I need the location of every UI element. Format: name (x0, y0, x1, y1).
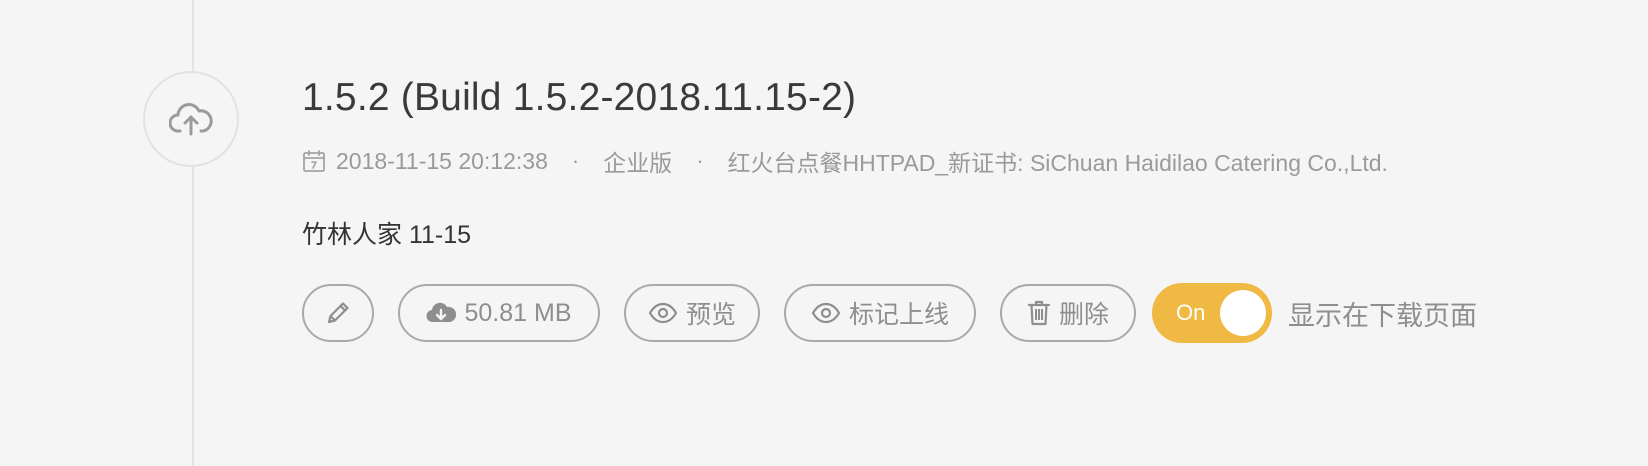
preview-label: 预览 (685, 301, 736, 329)
mark-online-label: 标记上线 (848, 301, 949, 329)
release-certificate: 红火台点餐HHTPAD_新证书: SiChuan Haidilao Cateri… (727, 150, 1388, 176)
release-date: 2018-11-15 20:12:38 (336, 147, 548, 174)
release-meta: 2018-11-15 20:12:38 · 企业版 · 红火台点餐HHTPAD_… (302, 144, 1388, 178)
eye-icon (648, 302, 678, 324)
meta-separator: · (696, 148, 704, 173)
version-title: 1.5.2 (Build 1.5.2-2018.11.15-2) (302, 76, 857, 119)
timeline-node (143, 71, 239, 167)
download-size-label: 50.81 MB (464, 298, 572, 327)
delete-label: 删除 (1058, 301, 1109, 329)
show-on-download-toggle[interactable]: On (1152, 283, 1272, 343)
download-size-button[interactable]: 50.81 MB (398, 284, 600, 342)
cloud-download-icon (426, 301, 457, 325)
edit-button[interactable] (302, 284, 374, 342)
trash-icon (1027, 299, 1051, 327)
pencil-icon (324, 299, 352, 327)
release-edition: 企业版 (603, 150, 673, 176)
toggle-state-label: On (1176, 300, 1206, 325)
preview-button[interactable]: 预览 (624, 284, 760, 342)
eye-icon (811, 302, 841, 324)
toggle-caption: 显示在下载页面 (1288, 300, 1477, 331)
timeline-line (192, 0, 194, 466)
release-note: 竹林人家 11-15 (302, 221, 472, 249)
cloud-upload-icon (169, 102, 213, 136)
calendar-icon (302, 149, 326, 173)
mark-online-button[interactable]: 标记上线 (784, 284, 976, 342)
meta-separator: · (571, 148, 580, 173)
delete-button[interactable]: 删除 (1000, 284, 1136, 342)
action-bar: 50.81 MB 预览 标记上线 删除 On 显示在下载页面 (302, 283, 1477, 343)
release-page: 1.5.2 (Build 1.5.2-2018.11.15-2) 2018-11… (0, 0, 1648, 466)
toggle-knob (1220, 290, 1266, 336)
